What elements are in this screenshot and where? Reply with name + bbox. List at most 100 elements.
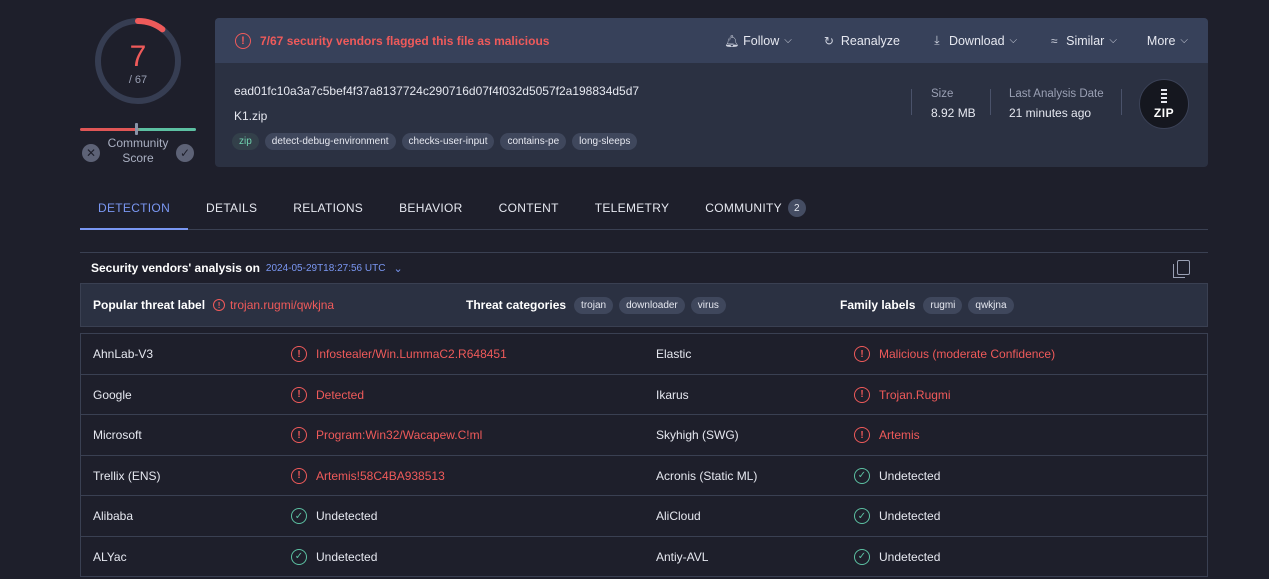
tab-relations[interactable]: RELATIONS xyxy=(275,187,381,229)
analysis-date[interactable]: 2024-05-29T18:27:56 UTC xyxy=(266,263,386,274)
vendor-result: ✓ Undetected xyxy=(291,496,377,536)
file-tag[interactable]: detect-debug-environment xyxy=(264,133,396,150)
community-score-marker xyxy=(135,123,138,135)
file-tag[interactable]: long-sleeps xyxy=(572,133,638,150)
threat-category-pill[interactable]: downloader xyxy=(619,296,685,314)
community-score-label: Community Score xyxy=(102,136,174,166)
copy-icon[interactable] xyxy=(1173,260,1190,278)
check-circle-icon: ✓ xyxy=(291,508,307,524)
table-row: Trellix (ENS)! Artemis!58C4BA938513 Acroni… xyxy=(81,456,1207,496)
family-label-pill[interactable]: qwkjna xyxy=(968,296,1014,314)
close-icon[interactable]: ✕ xyxy=(82,144,100,162)
vendor-name: Google xyxy=(93,387,132,402)
vendor-name: Microsoft xyxy=(93,428,142,442)
similar-icon: ≈ xyxy=(1050,33,1058,48)
meta-divider xyxy=(1121,89,1122,115)
family-labels-key: Family labels xyxy=(840,298,916,312)
file-tag[interactable]: checks-user-input xyxy=(401,133,495,150)
result-text[interactable]: Program:Win32/Wacapew.C!ml xyxy=(316,428,482,442)
vendor-result: ✓ Undetected xyxy=(854,456,940,496)
alert-icon: ! xyxy=(291,467,307,484)
threat-summary: Popular threat label ! trojan.rugmi/qwkj… xyxy=(80,283,1208,327)
alert-icon: ! xyxy=(854,346,870,362)
tab-behavior[interactable]: BEHAVIOR xyxy=(381,187,481,229)
last-analysis: Last Analysis Date 21 minutes ago xyxy=(1009,88,1104,120)
download-button[interactable]: ⤓ Download ⌵ xyxy=(930,33,1017,48)
threat-category-pill[interactable]: virus xyxy=(690,296,726,314)
action-toolbar: 🔔︎ Follow ⌵ ↻ Reanalyze ⤓ Download ⌵ ≈ Similar ⌵ Mo… xyxy=(694,33,1188,48)
check-icon[interactable]: ✓ xyxy=(176,144,194,162)
table-row: Alibaba ✓ Undetected AliCloud ✓ Undetected xyxy=(81,496,1207,537)
chevron-down-icon: ⌵ xyxy=(1180,35,1188,46)
vendor-name: AliCloud xyxy=(656,509,701,523)
alert-bar: ! 7/67 security vendors flagged this fil… xyxy=(215,18,1208,63)
alert-icon: ! xyxy=(291,386,307,403)
result-text[interactable]: Trojan.Rugmi xyxy=(879,388,951,402)
family-label-pill[interactable]: rugmi xyxy=(923,296,963,314)
tab-telemetry[interactable]: TELEMETRY xyxy=(577,187,688,229)
tab-label: TELEMETRY xyxy=(594,201,670,215)
result-text[interactable]: Infostealer/Win.LummaC2.R648451 xyxy=(316,347,507,361)
vendor-result: ✓ Undetected xyxy=(854,496,940,536)
meta-divider xyxy=(911,89,912,115)
chevron-down-icon: ⌵ xyxy=(1109,35,1117,46)
tab-label: RELATIONS xyxy=(293,201,364,215)
result-text[interactable]: Detected xyxy=(316,388,364,402)
vendor-result: ! Detected xyxy=(291,375,364,415)
similar-button[interactable]: ≈ Similar ⌵ xyxy=(1047,34,1117,48)
threat-categories-list: trojan downloader virus xyxy=(574,296,732,314)
follow-button[interactable]: 🔔︎ Follow ⌵ xyxy=(724,34,792,48)
result-text: Undetected xyxy=(879,549,941,564)
file-tag[interactable]: contains-pe xyxy=(500,133,567,150)
action-label: Download xyxy=(948,33,1005,48)
vendor-name: Acronis (Static ML) xyxy=(656,468,758,483)
alert-icon: ! xyxy=(291,427,307,443)
tab-label: DETAILS xyxy=(206,201,258,215)
tab-content[interactable]: CONTENT xyxy=(481,187,577,229)
detection-score: 7 / 67 ✕ Community Score ✓ xyxy=(80,14,196,166)
file-type-label: ZIP xyxy=(1153,105,1175,120)
table-row: Microsoft! Program:Win32/Wacapew.C!ml Skyh… xyxy=(81,415,1207,456)
file-tags: zip detect-debug-environment checks-user-i… xyxy=(232,133,638,150)
last-analysis-value: 21 minutes ago xyxy=(1009,106,1092,120)
community-score-label-line: Score xyxy=(122,151,154,165)
vendor-result: ! Trojan.Rugmi xyxy=(854,375,951,415)
tab-label: COMMUNITY xyxy=(705,201,782,215)
table-row: Google! Detected Ikarus! Trojan.Rugmi xyxy=(81,375,1207,415)
file-summary-card: ! 7/67 security vendors flagged this fil… xyxy=(215,18,1208,167)
table-row: AhnLab-V3! Infostealer/Win.LummaC2.R64845… xyxy=(81,334,1207,375)
result-text: Undetected xyxy=(879,509,941,523)
tab-details[interactable]: DETAILS xyxy=(188,187,275,229)
meta-divider xyxy=(990,89,991,115)
tab-label: DETECTION xyxy=(98,200,171,215)
check-circle-icon: ✓ xyxy=(854,548,870,565)
alert-icon: ! xyxy=(235,32,251,49)
zip-file-icon: ZIP xyxy=(1139,79,1189,129)
check-circle-icon: ✓ xyxy=(291,548,307,565)
result-text[interactable]: Malicious (moderate Confidence) xyxy=(879,347,1055,361)
result-text: Undetected xyxy=(879,468,941,483)
result-text: Undetected xyxy=(316,549,378,564)
threat-category-pill[interactable]: trojan xyxy=(574,296,614,314)
analysis-title: Security vendors' analysis on xyxy=(91,261,260,275)
result-text[interactable]: Artemis!58C4BA938513 xyxy=(316,469,445,483)
tab-count-badge: 2 xyxy=(787,199,806,217)
tab-community[interactable]: COMMUNITY 2 xyxy=(687,187,824,229)
action-label: Similar xyxy=(1066,33,1105,48)
threat-categories: Threat categories trojan downloader virus xyxy=(466,284,732,326)
alert-icon: ! xyxy=(854,386,870,403)
vendor-name: ALYac xyxy=(93,549,127,564)
popular-threat-value[interactable]: ! trojan.rugmi/qwkjna xyxy=(213,298,334,312)
file-size: Size 8.92 MB xyxy=(931,88,976,120)
vendor-name: Antiy-AVL xyxy=(656,549,709,564)
result-text[interactable]: Artemis xyxy=(879,428,920,442)
reanalyze-button[interactable]: ↻ Reanalyze xyxy=(822,34,900,48)
file-size-label: Size xyxy=(931,88,954,100)
more-button[interactable]: More ⌵ xyxy=(1147,34,1188,48)
chevron-down-icon[interactable]: ⌄ xyxy=(393,262,402,275)
vendor-result: ! Artemis xyxy=(854,415,920,455)
file-hash[interactable]: ead01fc10a3a7c5bef4f37a8137724c290716d07… xyxy=(234,84,639,98)
vendor-results-table: AhnLab-V3! Infostealer/Win.LummaC2.R64845… xyxy=(80,333,1208,577)
file-tag[interactable]: zip xyxy=(232,133,259,150)
tab-detection[interactable]: DETECTION xyxy=(80,187,189,230)
